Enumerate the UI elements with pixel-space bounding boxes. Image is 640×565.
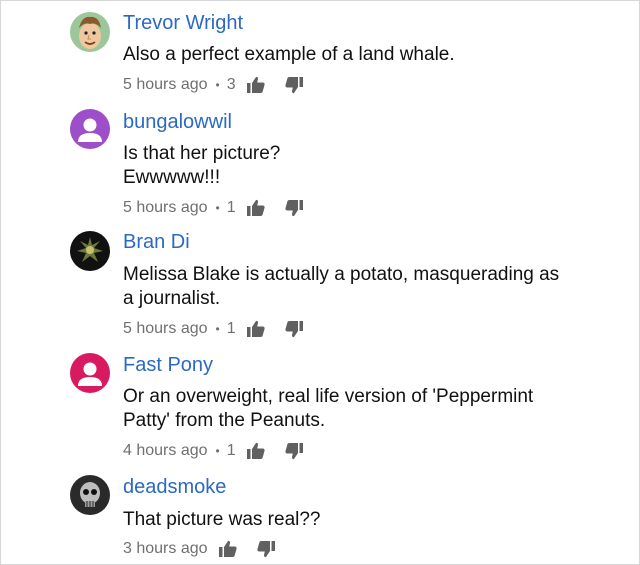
comment-text: Also a perfect example of a land whale. — [123, 43, 613, 67]
thumbs-up-icon[interactable] — [246, 441, 266, 461]
comment-author[interactable]: Fast Pony — [123, 353, 213, 377]
comment-text: That picture was real?? — [123, 508, 613, 532]
thumbs-up-icon[interactable] — [218, 539, 238, 559]
avatar[interactable] — [70, 353, 110, 393]
thumbs-up-icon[interactable] — [246, 198, 266, 218]
meta-separator: • — [215, 78, 220, 92]
avatar[interactable] — [70, 109, 110, 149]
thumbs-up-icon[interactable] — [246, 75, 266, 95]
comment-meta: 5 hours ago • 3 — [123, 74, 304, 96]
comment-timestamp[interactable]: 5 hours ago — [123, 320, 208, 338]
meta-separator: • — [215, 444, 220, 458]
comment-text-line: Or an overweight, real life version of '… — [123, 386, 534, 407]
comment-timestamp[interactable]: 5 hours ago — [123, 199, 208, 217]
comment-meta: 5 hours ago • 1 — [123, 318, 304, 340]
comment-text-line: That picture was real?? — [123, 509, 321, 530]
comment-text-line: Is that her picture? — [123, 143, 281, 164]
comment-text-line: Also a perfect example of a land whale. — [123, 44, 455, 65]
meta-separator: • — [215, 322, 220, 336]
thumbs-down-icon[interactable] — [256, 539, 276, 559]
thumbs-down-icon[interactable] — [284, 75, 304, 95]
dark-photo-avatar-icon — [70, 231, 110, 271]
like-count: 1 — [226, 320, 236, 337]
meta-separator: • — [215, 201, 220, 215]
comment-text: Is that her picture? Ewwwww!!! — [123, 142, 613, 190]
comment-author[interactable]: deadsmoke — [123, 475, 226, 499]
avatar[interactable] — [70, 12, 110, 52]
comment-meta: 5 hours ago • 1 — [123, 197, 304, 219]
comment-author[interactable]: Bran Di — [123, 230, 190, 254]
comment-meta: 3 hours ago — [123, 538, 276, 560]
comment-text-line: Melissa Blake is actually a potato, masq… — [123, 264, 560, 285]
comment-text: Or an overweight, real life version of '… — [123, 385, 613, 433]
comment-text-line: Patty' from the Peanuts. — [123, 410, 326, 431]
comment-author[interactable]: Trevor Wright — [123, 11, 243, 35]
comment-text: Melissa Blake is actually a potato, masq… — [123, 263, 613, 311]
comment-author[interactable]: bungalowwil — [123, 110, 232, 134]
comment-timestamp[interactable]: 4 hours ago — [123, 442, 208, 460]
thumbs-down-icon[interactable] — [284, 441, 304, 461]
comment-text-line: a journalist. — [123, 288, 221, 309]
default-user-avatar-icon — [70, 109, 110, 149]
comment-thread: Trevor Wright Also a perfect example of … — [0, 0, 640, 565]
thumbs-down-icon[interactable] — [284, 319, 304, 339]
skull-photo-avatar-icon — [70, 475, 110, 515]
thumbs-down-icon[interactable] — [284, 198, 304, 218]
like-count: 1 — [226, 199, 236, 216]
avatar[interactable] — [70, 231, 110, 271]
comment-meta: 4 hours ago • 1 — [123, 440, 304, 462]
comment-text-line: Ewwwww!!! — [123, 167, 221, 188]
thumbs-up-icon[interactable] — [246, 319, 266, 339]
like-count: 3 — [226, 76, 236, 93]
comment-timestamp[interactable]: 3 hours ago — [123, 540, 208, 558]
avatar[interactable] — [70, 475, 110, 515]
cartoon-face-avatar-icon — [70, 12, 110, 52]
default-user-avatar-icon — [70, 353, 110, 393]
like-count: 1 — [226, 442, 236, 459]
comment-timestamp[interactable]: 5 hours ago — [123, 76, 208, 94]
